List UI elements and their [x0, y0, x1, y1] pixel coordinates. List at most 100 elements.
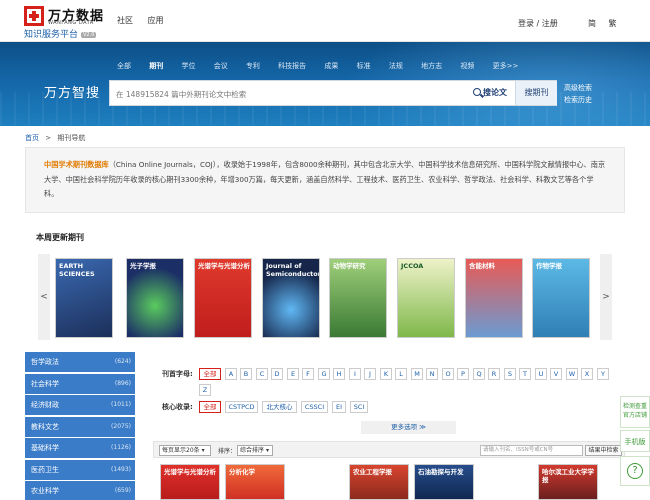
- tab-patent[interactable]: 专利: [246, 62, 260, 70]
- search-history-link[interactable]: 检索历史: [564, 94, 592, 106]
- lang-traditional[interactable]: 繁: [609, 19, 617, 28]
- core-filter-sci[interactable]: SCI: [350, 401, 368, 413]
- mobile-version-link[interactable]: 手机版: [620, 430, 650, 452]
- letter-filter[interactable]: V: [550, 368, 562, 380]
- intro-highlight[interactable]: 中国学术期刊数据库: [44, 160, 109, 169]
- brand-title: 万方智搜: [44, 86, 101, 101]
- journal-cover[interactable]: 动物学研究: [329, 258, 387, 338]
- page-size-select[interactable]: 每页显示20条 ▾: [159, 445, 211, 456]
- letter-filter[interactable]: S: [504, 368, 516, 380]
- search-banner: 全部 期刊 学位 会议 专利 科技报告 成果 标准 法规 地方志 视频 更多>>…: [0, 42, 650, 126]
- sort-label: 排序：: [218, 448, 237, 455]
- help-button[interactable]: ?: [620, 456, 650, 486]
- letter-filter[interactable]: O: [442, 368, 454, 380]
- tab-conference[interactable]: 会议: [214, 62, 228, 70]
- letter-filter[interactable]: I: [349, 368, 361, 380]
- search-input[interactable]: 在 148915824 篇中外期刊论文中检索: [116, 89, 246, 100]
- sort-select[interactable]: 综合排序 ▾: [237, 445, 273, 456]
- letter-filter[interactable]: W: [566, 368, 578, 380]
- nav-community[interactable]: 社区: [117, 16, 133, 25]
- initial-letter-label: 刊首字母:: [162, 370, 193, 378]
- letter-filter[interactable]: D: [271, 368, 283, 380]
- category-tabs: 全部 期刊 学位 会议 专利 科技报告 成果 标准 法规 地方志 视频 更多>>: [117, 61, 534, 71]
- plagiarism-check-link[interactable]: 检测查重 官方店铺: [620, 396, 650, 428]
- letter-filter[interactable]: B: [240, 368, 252, 380]
- letter-filter[interactable]: U: [535, 368, 547, 380]
- letter-filter[interactable]: T: [519, 368, 531, 380]
- advanced-links: 高级检索 检索历史: [564, 82, 592, 106]
- tab-local-chronicle[interactable]: 地方志: [421, 62, 442, 70]
- letter-filter[interactable]: C: [256, 368, 268, 380]
- chevron-down-icon: ▾: [265, 447, 269, 454]
- result-journal-cover[interactable]: 农业工程学报: [349, 464, 409, 500]
- letter-filter[interactable]: E: [287, 368, 299, 380]
- tab-journals[interactable]: 期刊: [149, 62, 163, 70]
- carousel-next-button[interactable]: >: [600, 254, 612, 340]
- tab-degree[interactable]: 学位: [181, 62, 195, 70]
- tab-achievement[interactable]: 成果: [324, 62, 338, 70]
- journal-cover[interactable]: EARTH SCIENCES: [55, 258, 113, 338]
- core-filter-cssci[interactable]: CSSCI: [301, 401, 328, 413]
- nav-apps[interactable]: 应用: [148, 16, 164, 25]
- tab-standard[interactable]: 标准: [357, 62, 371, 70]
- subject-sidebar: 哲学政法 (624) 社会科学 (896) 经济财政 (1011) 教科文艺 (2075…: [25, 352, 135, 500]
- letter-filter[interactable]: R: [488, 368, 500, 380]
- tab-more[interactable]: 更多>>: [493, 62, 519, 70]
- letter-filter[interactable]: X: [581, 368, 593, 380]
- sidebar-item-agriculture[interactable]: 农业科学 (659): [25, 481, 135, 500]
- letter-filter-all[interactable]: 全部: [199, 368, 221, 380]
- core-filter-all[interactable]: 全部: [199, 401, 221, 413]
- letter-filter[interactable]: J: [364, 368, 376, 380]
- letter-filter[interactable]: A: [225, 368, 237, 380]
- journal-cover[interactable]: Journal of Semiconductors: [262, 258, 320, 338]
- result-journal-cover[interactable]: 哈尔滨工业大学学报: [538, 464, 598, 500]
- core-filter-cstpcd[interactable]: CSTPCD: [225, 401, 258, 413]
- login-register-link[interactable]: 登录 / 注册: [518, 18, 558, 29]
- result-journal-cover[interactable]: 石油勘探与开发: [414, 464, 474, 500]
- tab-regulation[interactable]: 法规: [389, 62, 403, 70]
- journal-cover[interactable]: 含能材料: [465, 258, 523, 338]
- letter-filter[interactable]: P: [457, 368, 469, 380]
- journal-cover[interactable]: 作物学报: [532, 258, 590, 338]
- journal-cover[interactable]: 光谱学与光谱分析: [194, 258, 252, 338]
- core-filter-ei[interactable]: EI: [332, 401, 346, 413]
- carousel-prev-button[interactable]: <: [38, 254, 50, 340]
- sidebar-item-education-arts[interactable]: 教科文艺 (2075): [25, 416, 135, 437]
- letter-filter[interactable]: L: [395, 368, 407, 380]
- letter-filter[interactable]: F: [302, 368, 314, 380]
- sidebar-item-economy-finance[interactable]: 经济财政 (1011): [25, 395, 135, 415]
- sidebar-item-social-science[interactable]: 社会科学 (896): [25, 373, 135, 394]
- search-journals-button[interactable]: 搜期刊: [515, 81, 557, 105]
- letter-filter[interactable]: H: [333, 368, 345, 380]
- letter-filter[interactable]: M: [411, 368, 423, 380]
- letter-filter[interactable]: Q: [473, 368, 485, 380]
- letter-filter[interactable]: Z: [199, 384, 211, 396]
- journal-cover[interactable]: 光子学报: [126, 258, 184, 338]
- sidebar-item-philosophy-law[interactable]: 哲学政法 (624): [25, 352, 135, 372]
- journal-carousel: < EARTH SCIENCES 光子学报 光谱学与光谱分析 Journal o…: [38, 254, 612, 340]
- core-filter-pku[interactable]: 北大核心: [262, 401, 297, 413]
- breadcrumb-home[interactable]: 首页: [25, 134, 39, 142]
- chevron-down-icon: ▾: [201, 447, 205, 454]
- tab-video[interactable]: 视频: [460, 62, 474, 70]
- question-icon: ?: [627, 463, 643, 479]
- tab-tech-report[interactable]: 科技报告: [278, 62, 306, 70]
- search-papers-button[interactable]: 搜论文: [466, 81, 514, 105]
- journal-cover[interactable]: JCCOA: [397, 258, 455, 338]
- result-search-input[interactable]: 请输入刊名、ISSN号或CN号: [480, 445, 583, 456]
- lang-simplified[interactable]: 简: [588, 19, 596, 28]
- result-journal-cover[interactable]: 分析化学: [225, 464, 285, 500]
- advanced-search-link[interactable]: 高级检索: [564, 82, 592, 94]
- wanfang-logo-icon: [24, 6, 44, 26]
- letter-filter[interactable]: K: [380, 368, 392, 380]
- sidebar-item-medicine[interactable]: 医药卫生 (1493): [25, 459, 135, 480]
- search-in-results-button[interactable]: 结果中检索: [585, 445, 622, 456]
- letter-filter[interactable]: N: [426, 368, 438, 380]
- sidebar-item-basic-science[interactable]: 基础科学 (1126): [25, 438, 135, 458]
- more-options-button[interactable]: 更多选项 ≫: [361, 421, 456, 434]
- result-journal-cover[interactable]: 光谱学与光谱分析: [160, 464, 220, 500]
- letter-filter[interactable]: Y: [597, 368, 609, 380]
- tab-all[interactable]: 全部: [117, 62, 131, 70]
- sort-toolbar: 每页显示20条 ▾ 排序： 综合排序 ▾ 请输入刊名、ISSN号或CN号 结果中…: [153, 441, 625, 458]
- letter-filter[interactable]: G: [318, 368, 330, 380]
